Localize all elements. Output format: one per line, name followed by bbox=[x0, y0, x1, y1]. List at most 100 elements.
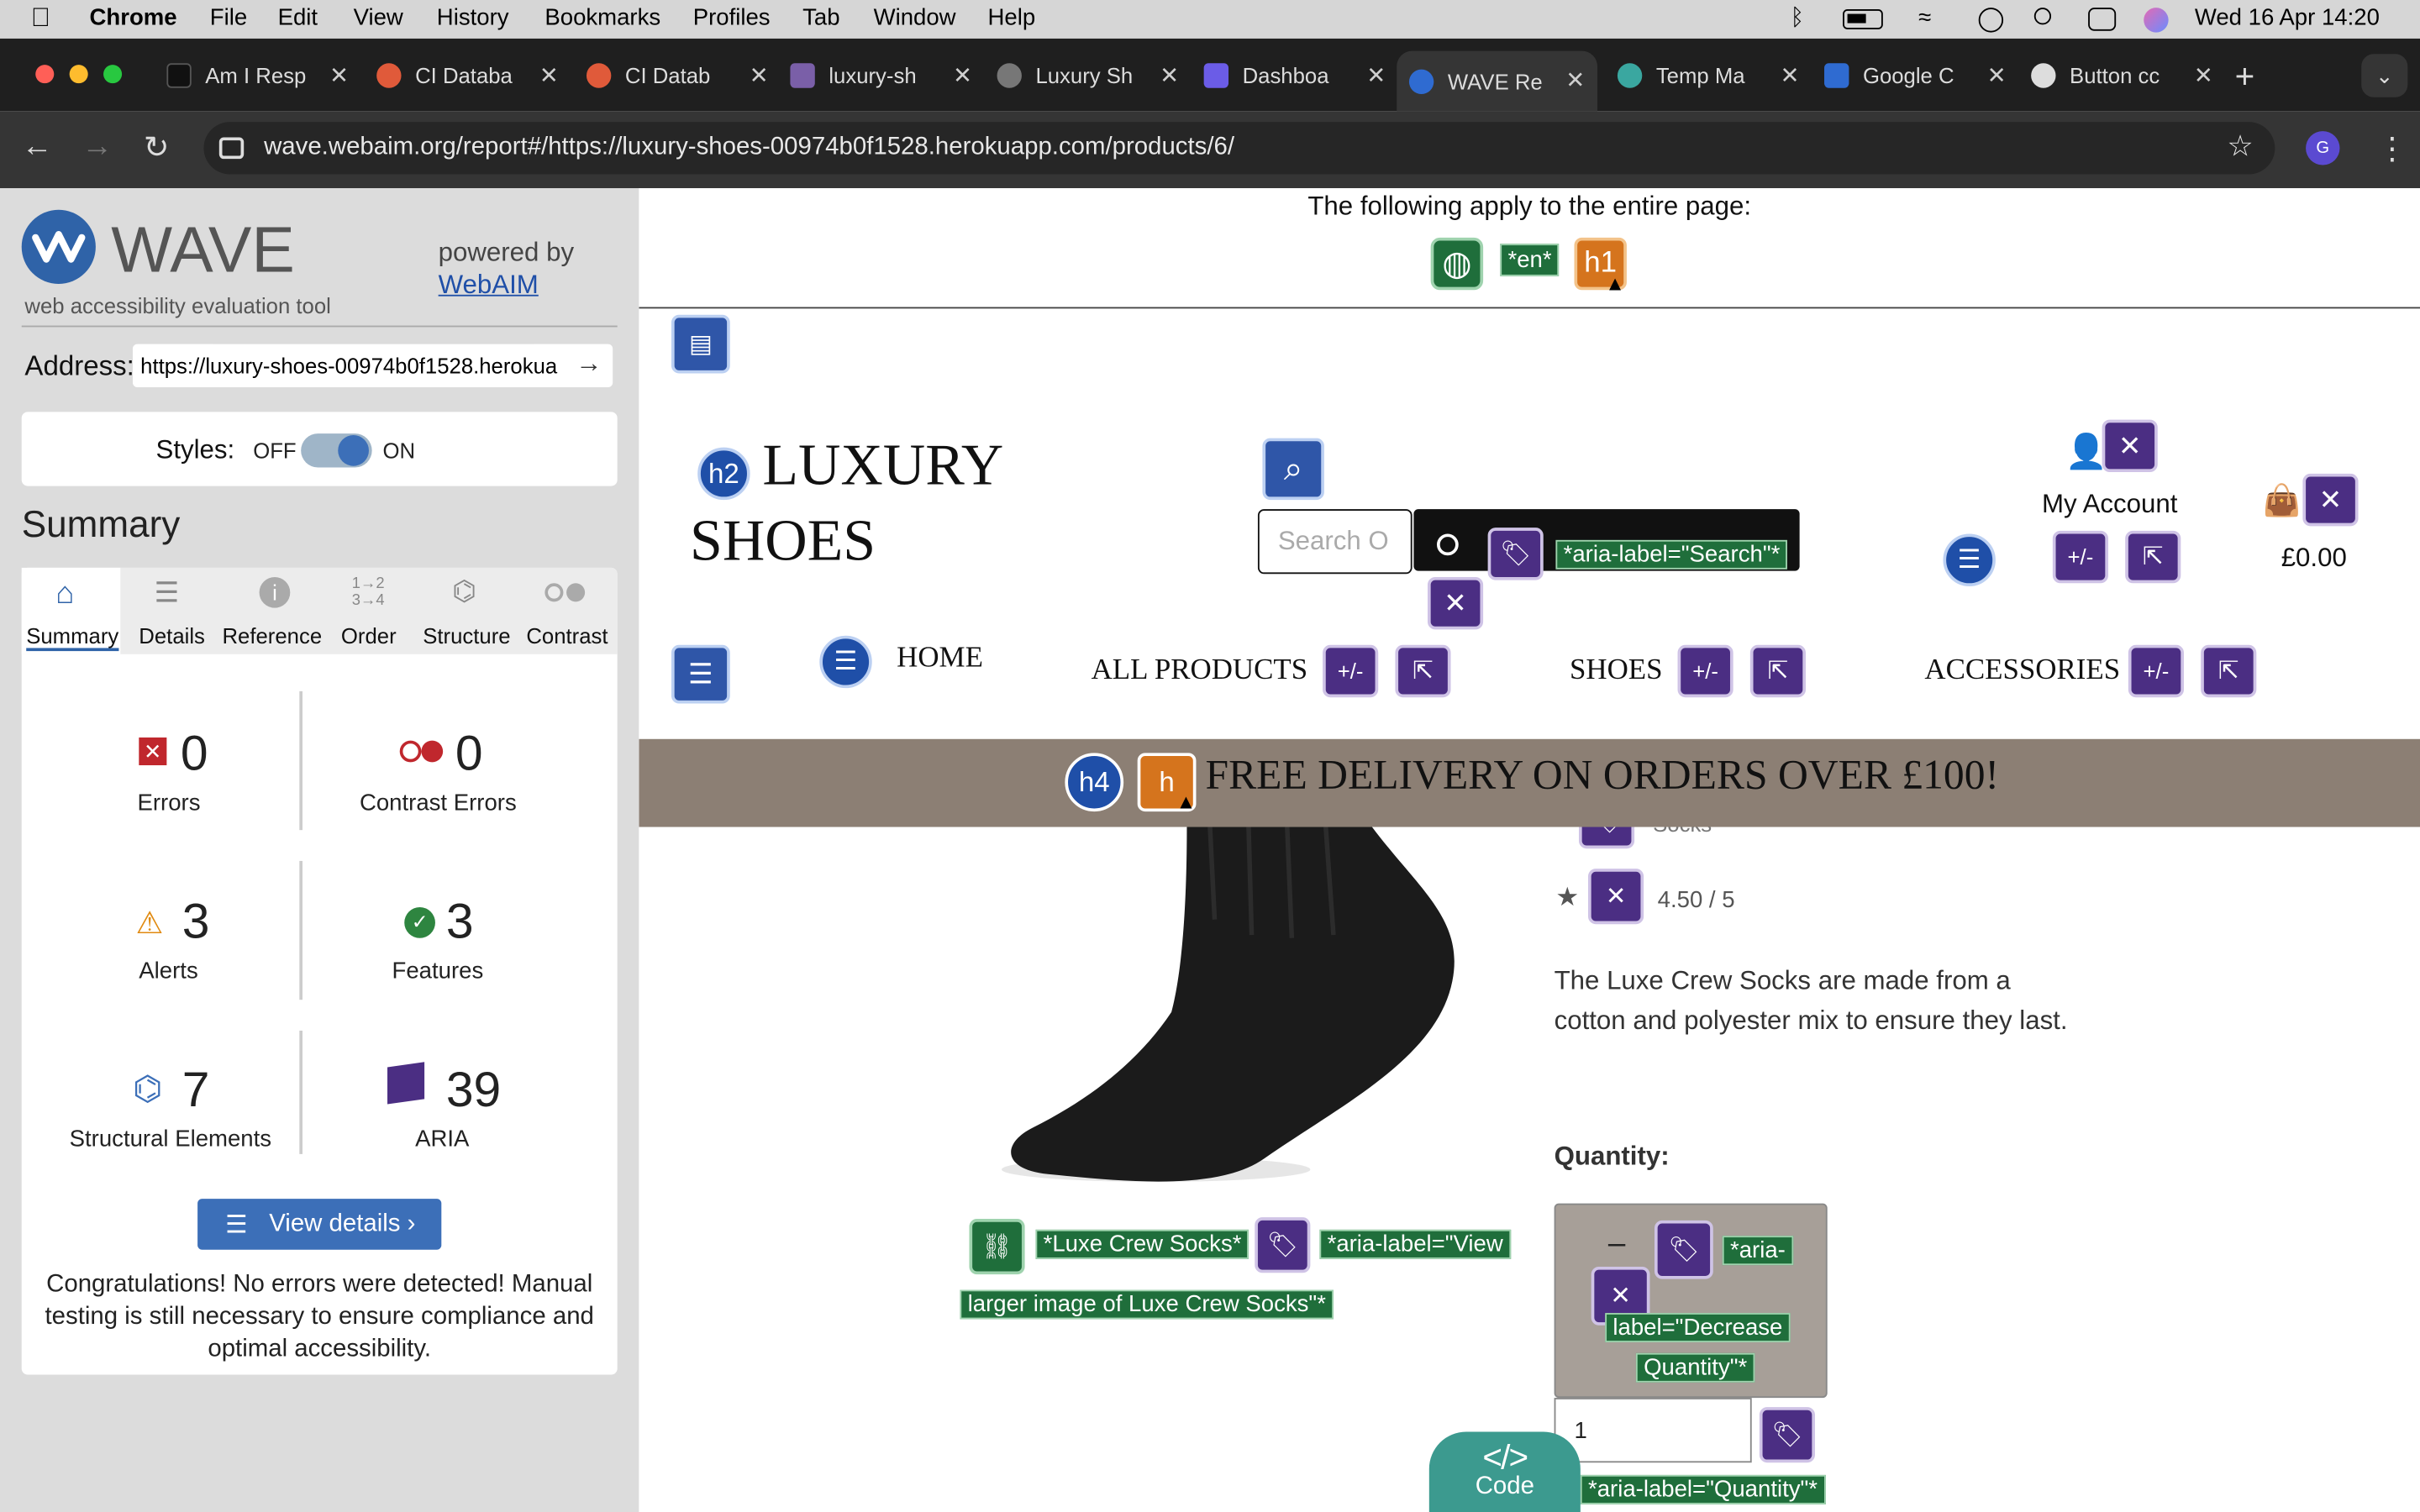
reload-icon[interactable]: ↻ bbox=[144, 128, 170, 166]
aria-label-tag-icon[interactable]: 🏷 bbox=[1255, 1217, 1311, 1273]
tab-summary[interactable]: ⌂ Summary bbox=[21, 567, 121, 654]
browser-tab[interactable]: CI Datab ✕ bbox=[586, 54, 781, 97]
nav-accessories[interactable]: ACCESSORIES bbox=[1924, 654, 2120, 688]
product-sock-image[interactable] bbox=[955, 827, 1480, 1197]
navigation-landmark-icon[interactable]: ☰ bbox=[671, 644, 730, 704]
menubar-item-tab[interactable]: Tab bbox=[802, 5, 839, 31]
decrease-quantity-button[interactable]: – 🏷 *aria- ✕ label="Decrease Quantity"* bbox=[1554, 1203, 1828, 1399]
forward-arrow-icon[interactable]: → bbox=[82, 129, 113, 165]
list-structure-icon[interactable]: ☰ bbox=[819, 635, 872, 689]
browser-tab[interactable]: Dashboa ✕ bbox=[1203, 54, 1398, 97]
back-arrow-icon[interactable]: ← bbox=[22, 129, 53, 165]
tab-order[interactable]: 1→2 3→4 Order bbox=[338, 568, 415, 654]
aria-expanded-icon[interactable]: +/- bbox=[2128, 644, 2184, 698]
spotlight-icon[interactable] bbox=[2033, 8, 2052, 25]
account-user-icon[interactable]: 👤 bbox=[2065, 432, 2107, 472]
search-input[interactable]: Search O bbox=[1257, 509, 1413, 575]
tab-structure[interactable]: ⌬ Structure bbox=[420, 568, 519, 654]
url-text[interactable]: wave.webaim.org/report#/https://luxury-s… bbox=[264, 134, 1234, 162]
nav-shoes[interactable]: SHOES bbox=[1570, 654, 1663, 688]
my-account-link[interactable]: My Account bbox=[2042, 489, 2177, 520]
profile-avatar[interactable]: G bbox=[2306, 131, 2340, 165]
menubar-item-profiles[interactable]: Profiles bbox=[693, 5, 771, 31]
nav-home[interactable]: HOME bbox=[897, 642, 983, 675]
bluetooth-icon[interactable]: ᛒ bbox=[1791, 5, 1805, 31]
h4-structure-icon[interactable]: h4 bbox=[1065, 753, 1124, 812]
tab-close-icon[interactable]: ✕ bbox=[1160, 61, 1179, 89]
aria-hidden-icon[interactable]: ✕ bbox=[2302, 473, 2359, 527]
browser-tab[interactable]: Am I Resp ✕ bbox=[166, 54, 360, 97]
site-info-icon[interactable] bbox=[218, 137, 245, 160]
aria-label-tag-icon[interactable]: 🏷 bbox=[1654, 1220, 1713, 1279]
aria-popup-icon[interactable]: ⇱ bbox=[2125, 530, 2181, 584]
zoom-window-button[interactable] bbox=[103, 65, 123, 84]
bookmark-star-icon[interactable]: ☆ bbox=[2227, 129, 2253, 165]
more-menu-icon[interactable]: ⋮ bbox=[2377, 129, 2408, 168]
tab-contrast[interactable]: Contrast bbox=[523, 568, 616, 654]
new-tab-button[interactable]: + bbox=[2235, 57, 2255, 97]
tab-close-icon[interactable]: ✕ bbox=[1987, 61, 2007, 89]
language-globe-icon[interactable]: ◍ bbox=[1430, 237, 1484, 291]
tab-close-icon[interactable]: ✕ bbox=[1366, 61, 1386, 89]
aria-hidden-icon[interactable]: ✕ bbox=[1427, 576, 1484, 630]
tab-close-icon[interactable]: ✕ bbox=[750, 61, 769, 89]
aria-popup-icon[interactable]: ⇱ bbox=[2201, 644, 2257, 698]
address-input[interactable]: https://luxury-shoes-00974b0f1528.heroku… bbox=[132, 344, 613, 388]
browser-tab[interactable]: luxury-sh ✕ bbox=[790, 54, 984, 97]
view-details-button[interactable]: ☰ View details › bbox=[197, 1199, 442, 1250]
menubar-item-edit[interactable]: Edit bbox=[278, 5, 318, 31]
battery-icon[interactable] bbox=[1843, 9, 1883, 29]
tab-search-chevron-icon[interactable]: ⌄ bbox=[2361, 54, 2408, 97]
webaim-link[interactable]: WebAIM bbox=[439, 270, 539, 301]
aria-label-tag-icon[interactable]: 🏷 bbox=[1487, 528, 1544, 580]
go-arrow-icon[interactable]: → bbox=[576, 349, 602, 380]
browser-tab-active[interactable]: WAVE Re ✕ bbox=[1397, 50, 1598, 112]
address-bar[interactable]: wave.webaim.org/report#/https://luxury-s… bbox=[203, 122, 2275, 175]
aria-expanded-icon[interactable]: +/- bbox=[1323, 644, 1379, 698]
h2-structure-icon[interactable]: h2 bbox=[697, 447, 750, 501]
aria-popup-icon[interactable]: ⇱ bbox=[1395, 644, 1451, 698]
user-switch-icon[interactable] bbox=[1978, 8, 2004, 33]
close-window-button[interactable] bbox=[35, 65, 55, 84]
aria-expanded-icon[interactable]: +/- bbox=[2052, 530, 2108, 584]
menubar-item-bookmarks[interactable]: Bookmarks bbox=[544, 5, 660, 31]
linked-image-alt-icon[interactable]: ⛓ bbox=[969, 1219, 1025, 1275]
browser-tab[interactable]: CI Databa ✕ bbox=[376, 54, 571, 97]
menubar-item-window[interactable]: Window bbox=[874, 5, 956, 31]
tab-close-icon[interactable]: ✕ bbox=[2194, 61, 2213, 89]
styles-toggle[interactable] bbox=[301, 433, 372, 468]
browser-tab[interactable]: Temp Ma ✕ bbox=[1617, 54, 1812, 97]
aria-hidden-icon[interactable]: ✕ bbox=[1588, 869, 1644, 925]
nav-all-products[interactable]: ALL PRODUCTS bbox=[1092, 654, 1308, 688]
brand-line-1[interactable]: LUXURY bbox=[762, 432, 1003, 500]
menubar-item-help[interactable]: Help bbox=[988, 5, 1036, 31]
tab-close-icon[interactable]: ✕ bbox=[953, 61, 972, 89]
tab-close-icon[interactable]: ✕ bbox=[1565, 66, 1585, 94]
search-landmark-icon[interactable]: ⌕ bbox=[1262, 438, 1324, 501]
region-landmark-icon[interactable]: ▤ bbox=[671, 314, 730, 374]
wifi-icon[interactable]: ≈ bbox=[1918, 5, 1931, 31]
browser-tab[interactable]: Google C ✕ bbox=[1824, 54, 2018, 97]
tab-close-icon[interactable]: ✕ bbox=[539, 61, 559, 89]
siri-icon[interactable] bbox=[2144, 8, 2169, 33]
control-center-icon[interactable] bbox=[2088, 8, 2117, 31]
aria-expanded-icon[interactable]: +/- bbox=[1677, 644, 1733, 698]
tab-details[interactable]: ☰ Details bbox=[129, 568, 210, 654]
tab-close-icon[interactable]: ✕ bbox=[1781, 61, 1800, 89]
list-structure-icon[interactable]: ☰ bbox=[1943, 533, 1996, 586]
brand-line-2[interactable]: SHOES bbox=[690, 507, 876, 575]
menubar-item-file[interactable]: File bbox=[210, 5, 247, 31]
menubar-item-view[interactable]: View bbox=[354, 5, 403, 31]
aria-hidden-icon[interactable]: ✕ bbox=[2102, 419, 2158, 473]
code-toggle-button[interactable]: </> Code bbox=[1428, 1431, 1581, 1512]
aria-popup-icon[interactable]: ⇱ bbox=[1749, 644, 1806, 698]
tab-close-icon[interactable]: ✕ bbox=[329, 61, 349, 89]
minimize-window-button[interactable] bbox=[69, 65, 88, 84]
quantity-input[interactable]: 1 bbox=[1554, 1398, 1752, 1463]
cart-total[interactable]: £0.00 bbox=[2281, 543, 2347, 575]
cart-bag-icon[interactable]: 👜 bbox=[2263, 481, 2302, 520]
menubar-item-history[interactable]: History bbox=[437, 5, 509, 31]
apple-icon[interactable]:  bbox=[31, 3, 50, 34]
tab-reference[interactable]: i Reference bbox=[219, 568, 328, 654]
menubar-app-name[interactable]: Chrome bbox=[90, 5, 177, 31]
